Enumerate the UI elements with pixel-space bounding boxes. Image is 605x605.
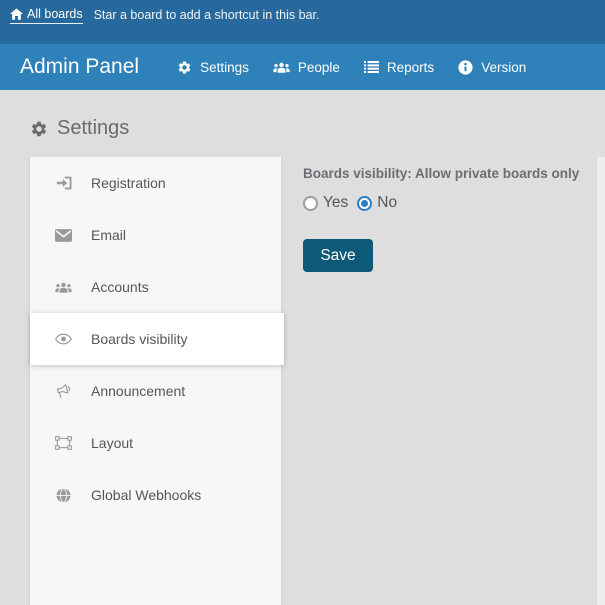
people-icon — [273, 61, 290, 74]
sidebar-item-announcement[interactable]: Announcement — [30, 365, 281, 417]
sidebar-item-email[interactable]: Email — [30, 209, 281, 261]
bullhorn-icon — [54, 384, 73, 399]
page-title-label: Settings — [57, 117, 129, 140]
home-icon — [10, 8, 23, 20]
gear-icon — [30, 120, 48, 138]
sidebar-item-registration[interactable]: Registration — [30, 157, 281, 209]
all-boards-link[interactable]: All boards — [10, 7, 83, 24]
globe-icon — [54, 488, 73, 503]
navbar-items: Settings People Reports Version — [175, 56, 528, 79]
boards-visibility-panel: Boards visibility: Allow private boards … — [303, 157, 593, 272]
radio-yes-label[interactable]: Yes — [323, 194, 348, 212]
sidebar-item-label: Announcement — [91, 383, 185, 399]
sidebar-item-label: Registration — [91, 175, 166, 191]
settings-sidebar: Registration Email Accounts Boards visib… — [30, 157, 281, 605]
nav-item-label: Reports — [387, 60, 434, 75]
nav-item-version[interactable]: Version — [456, 56, 528, 79]
save-button[interactable]: Save — [303, 239, 373, 272]
nav-item-settings[interactable]: Settings — [175, 56, 251, 79]
nav-item-reports[interactable]: Reports — [362, 56, 436, 79]
admin-navbar: Admin Panel Settings People Reports — [0, 44, 605, 90]
envelope-icon — [54, 229, 73, 242]
sidebar-item-label: Boards visibility — [91, 331, 187, 347]
sidebar-item-boards-visibility[interactable]: Boards visibility — [30, 313, 284, 365]
setting-heading: Boards visibility: Allow private boards … — [303, 166, 593, 181]
users-icon — [54, 281, 73, 294]
page-title: Settings — [30, 117, 129, 140]
object-group-icon — [54, 436, 73, 450]
sidebar-item-label: Email — [91, 227, 126, 243]
sidebar-item-label: Layout — [91, 435, 133, 451]
sidebar-item-accounts[interactable]: Accounts — [30, 261, 281, 313]
admin-panel-page: All boards Star a board to add a shortcu… — [0, 0, 605, 605]
info-circle-icon — [458, 60, 473, 75]
all-boards-label: All boards — [27, 7, 83, 21]
radio-no-label[interactable]: No — [377, 194, 397, 212]
radio-yes[interactable] — [303, 196, 318, 211]
nav-item-label: Settings — [200, 60, 249, 75]
sign-in-icon — [54, 175, 73, 191]
navbar-brand[interactable]: Admin Panel — [20, 55, 139, 79]
sidebar-item-label: Global Webhooks — [91, 487, 201, 503]
eye-icon — [54, 333, 73, 345]
nav-item-people[interactable]: People — [271, 56, 342, 79]
radio-no[interactable] — [357, 196, 372, 211]
sidebar-item-global-webhooks[interactable]: Global Webhooks — [30, 469, 281, 521]
gear-icon — [177, 60, 192, 75]
sidebar-item-layout[interactable]: Layout — [30, 417, 281, 469]
shortcut-bar-hint: Star a board to add a shortcut in this b… — [94, 7, 320, 22]
list-icon — [364, 61, 379, 73]
sidebar-item-label: Accounts — [91, 279, 149, 295]
nav-item-label: Version — [481, 60, 526, 75]
boards-visibility-options: Yes No — [303, 194, 593, 212]
nav-item-label: People — [298, 60, 340, 75]
next-panel-edge — [597, 157, 605, 605]
shortcut-bar: All boards Star a board to add a shortcu… — [0, 0, 605, 44]
